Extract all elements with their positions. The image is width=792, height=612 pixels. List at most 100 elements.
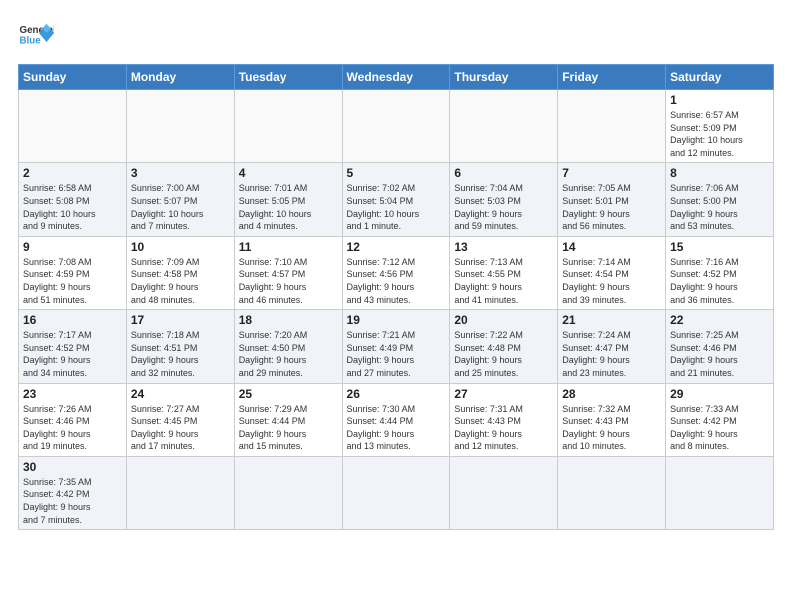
- day-info: Sunrise: 7:17 AM Sunset: 4:52 PM Dayligh…: [23, 329, 122, 379]
- calendar-cell: 29 Sunrise: 7:33 AM Sunset: 4:42 PM Dayli…: [666, 383, 774, 456]
- day-number: 1: [670, 93, 769, 107]
- day-number: 29: [670, 387, 769, 401]
- weekday-header-sunday: Sunday: [19, 65, 127, 90]
- calendar-cell: 20 Sunrise: 7:22 AM Sunset: 4:48 PM Dayli…: [450, 310, 558, 383]
- weekday-header-saturday: Saturday: [666, 65, 774, 90]
- day-info: Sunrise: 7:24 AM Sunset: 4:47 PM Dayligh…: [562, 329, 661, 379]
- day-info: Sunrise: 7:33 AM Sunset: 4:42 PM Dayligh…: [670, 403, 769, 453]
- calendar-cell: [342, 90, 450, 163]
- calendar-cell: [666, 456, 774, 529]
- day-info: Sunrise: 7:00 AM Sunset: 5:07 PM Dayligh…: [131, 182, 230, 232]
- calendar-cell: 24 Sunrise: 7:27 AM Sunset: 4:45 PM Dayli…: [126, 383, 234, 456]
- day-info: Sunrise: 7:21 AM Sunset: 4:49 PM Dayligh…: [347, 329, 446, 379]
- day-info: Sunrise: 7:26 AM Sunset: 4:46 PM Dayligh…: [23, 403, 122, 453]
- calendar-cell: [342, 456, 450, 529]
- weekday-header-row: SundayMondayTuesdayWednesdayThursdayFrid…: [19, 65, 774, 90]
- day-info: Sunrise: 7:08 AM Sunset: 4:59 PM Dayligh…: [23, 256, 122, 306]
- calendar-cell: 7 Sunrise: 7:05 AM Sunset: 5:01 PM Daylig…: [558, 163, 666, 236]
- day-number: 3: [131, 166, 230, 180]
- weekday-header-tuesday: Tuesday: [234, 65, 342, 90]
- weekday-header-friday: Friday: [558, 65, 666, 90]
- calendar-cell: 12Sunrise: 7:12 AM Sunset: 4:56 PM Dayli…: [342, 236, 450, 309]
- calendar-cell: 2 Sunrise: 6:58 AM Sunset: 5:08 PM Daylig…: [19, 163, 127, 236]
- calendar-cell: 15 Sunrise: 7:16 AM Sunset: 4:52 PM Dayli…: [666, 236, 774, 309]
- calendar-cell: [126, 90, 234, 163]
- day-number: 6: [454, 166, 553, 180]
- day-info: Sunrise: 7:05 AM Sunset: 5:01 PM Dayligh…: [562, 182, 661, 232]
- calendar-cell: 14Sunrise: 7:14 AM Sunset: 4:54 PM Dayli…: [558, 236, 666, 309]
- calendar-cell: 3 Sunrise: 7:00 AM Sunset: 5:07 PM Daylig…: [126, 163, 234, 236]
- weekday-header-monday: Monday: [126, 65, 234, 90]
- day-info: Sunrise: 7:14 AM Sunset: 4:54 PM Dayligh…: [562, 256, 661, 306]
- calendar-cell: 6Sunrise: 7:04 AM Sunset: 5:03 PM Daylig…: [450, 163, 558, 236]
- calendar-cell: 11Sunrise: 7:10 AM Sunset: 4:57 PM Dayli…: [234, 236, 342, 309]
- calendar-row-2: 9 Sunrise: 7:08 AM Sunset: 4:59 PM Daylig…: [19, 236, 774, 309]
- day-info: Sunrise: 7:10 AM Sunset: 4:57 PM Dayligh…: [239, 256, 338, 306]
- calendar-cell: 23Sunrise: 7:26 AM Sunset: 4:46 PM Dayli…: [19, 383, 127, 456]
- day-info: Sunrise: 7:12 AM Sunset: 4:56 PM Dayligh…: [347, 256, 446, 306]
- calendar-cell: 5 Sunrise: 7:02 AM Sunset: 5:04 PM Daylig…: [342, 163, 450, 236]
- day-info: Sunrise: 7:13 AM Sunset: 4:55 PM Dayligh…: [454, 256, 553, 306]
- header: General Blue: [18, 18, 774, 54]
- day-number: 24: [131, 387, 230, 401]
- calendar-cell: 13 Sunrise: 7:13 AM Sunset: 4:55 PM Dayli…: [450, 236, 558, 309]
- day-info: Sunrise: 7:35 AM Sunset: 4:42 PM Dayligh…: [23, 476, 122, 526]
- day-number: 2: [23, 166, 122, 180]
- day-info: Sunrise: 7:06 AM Sunset: 5:00 PM Dayligh…: [670, 182, 769, 232]
- day-info: Sunrise: 7:27 AM Sunset: 4:45 PM Dayligh…: [131, 403, 230, 453]
- calendar-cell: [19, 90, 127, 163]
- day-number: 19: [347, 313, 446, 327]
- day-info: Sunrise: 7:18 AM Sunset: 4:51 PM Dayligh…: [131, 329, 230, 379]
- day-info: Sunrise: 7:30 AM Sunset: 4:44 PM Dayligh…: [347, 403, 446, 453]
- svg-text:Blue: Blue: [20, 36, 42, 47]
- calendar-cell: 28 Sunrise: 7:32 AM Sunset: 4:43 PM Dayli…: [558, 383, 666, 456]
- calendar-cell: [234, 90, 342, 163]
- day-number: 5: [347, 166, 446, 180]
- page: General Blue SundayMondayTuesdayWednesda…: [0, 0, 792, 612]
- day-number: 30: [23, 460, 122, 474]
- day-number: 21: [562, 313, 661, 327]
- calendar-cell: [450, 456, 558, 529]
- day-info: Sunrise: 7:20 AM Sunset: 4:50 PM Dayligh…: [239, 329, 338, 379]
- calendar-cell: 16Sunrise: 7:17 AM Sunset: 4:52 PM Dayli…: [19, 310, 127, 383]
- calendar-cell: 10Sunrise: 7:09 AM Sunset: 4:58 PM Dayli…: [126, 236, 234, 309]
- day-number: 13: [454, 240, 553, 254]
- day-info: Sunrise: 7:25 AM Sunset: 4:46 PM Dayligh…: [670, 329, 769, 379]
- day-info: Sunrise: 7:32 AM Sunset: 4:43 PM Dayligh…: [562, 403, 661, 453]
- calendar-row-5: 30 Sunrise: 7:35 AM Sunset: 4:42 PM Dayli…: [19, 456, 774, 529]
- day-number: 17: [131, 313, 230, 327]
- calendar-cell: 17 Sunrise: 7:18 AM Sunset: 4:51 PM Dayli…: [126, 310, 234, 383]
- day-info: Sunrise: 6:57 AM Sunset: 5:09 PM Dayligh…: [670, 109, 769, 159]
- day-number: 28: [562, 387, 661, 401]
- day-number: 27: [454, 387, 553, 401]
- calendar-cell: [450, 90, 558, 163]
- day-number: 7: [562, 166, 661, 180]
- calendar-cell: 21 Sunrise: 7:24 AM Sunset: 4:47 PM Dayli…: [558, 310, 666, 383]
- weekday-header-wednesday: Wednesday: [342, 65, 450, 90]
- calendar-cell: 9 Sunrise: 7:08 AM Sunset: 4:59 PM Daylig…: [19, 236, 127, 309]
- calendar-cell: 8Sunrise: 7:06 AM Sunset: 5:00 PM Daylig…: [666, 163, 774, 236]
- day-info: Sunrise: 6:58 AM Sunset: 5:08 PM Dayligh…: [23, 182, 122, 232]
- calendar-cell: 18 Sunrise: 7:20 AM Sunset: 4:50 PM Dayli…: [234, 310, 342, 383]
- calendar-cell: [234, 456, 342, 529]
- day-info: Sunrise: 7:22 AM Sunset: 4:48 PM Dayligh…: [454, 329, 553, 379]
- calendar-cell: [126, 456, 234, 529]
- weekday-header-thursday: Thursday: [450, 65, 558, 90]
- calendar-cell: 26 Sunrise: 7:30 AM Sunset: 4:44 PM Dayli…: [342, 383, 450, 456]
- day-number: 15: [670, 240, 769, 254]
- calendar-cell: 1 Sunrise: 6:57 AM Sunset: 5:09 PM Daylig…: [666, 90, 774, 163]
- day-number: 9: [23, 240, 122, 254]
- calendar-row-0: 1 Sunrise: 6:57 AM Sunset: 5:09 PM Daylig…: [19, 90, 774, 163]
- calendar-cell: 4 Sunrise: 7:01 AM Sunset: 5:05 PM Daylig…: [234, 163, 342, 236]
- day-info: Sunrise: 7:01 AM Sunset: 5:05 PM Dayligh…: [239, 182, 338, 232]
- calendar-cell: 19 Sunrise: 7:21 AM Sunset: 4:49 PM Dayli…: [342, 310, 450, 383]
- day-info: Sunrise: 7:16 AM Sunset: 4:52 PM Dayligh…: [670, 256, 769, 306]
- calendar-row-4: 23Sunrise: 7:26 AM Sunset: 4:46 PM Dayli…: [19, 383, 774, 456]
- day-info: Sunrise: 7:02 AM Sunset: 5:04 PM Dayligh…: [347, 182, 446, 232]
- day-number: 18: [239, 313, 338, 327]
- day-number: 4: [239, 166, 338, 180]
- logo: General Blue: [18, 18, 54, 54]
- day-number: 26: [347, 387, 446, 401]
- day-number: 20: [454, 313, 553, 327]
- day-number: 25: [239, 387, 338, 401]
